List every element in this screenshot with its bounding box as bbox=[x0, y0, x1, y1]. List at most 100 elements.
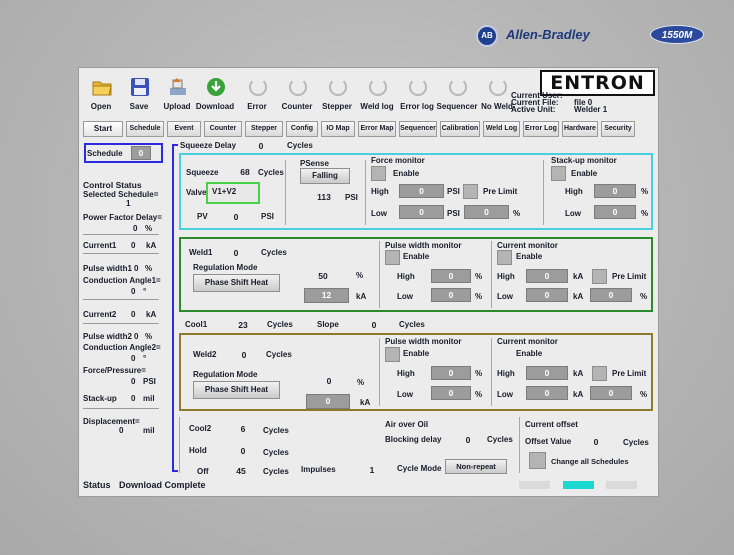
impulses-label: Impulses bbox=[301, 465, 336, 474]
offset-value[interactable]: 0 bbox=[589, 437, 603, 447]
tab-sequencer[interactable]: Sequencer bbox=[399, 121, 437, 137]
toolbar-button-sequencer[interactable]: Sequencer bbox=[437, 68, 477, 118]
weld2-current-high-input[interactable]: 0 bbox=[526, 366, 568, 380]
tab-schedule[interactable]: Schedule bbox=[126, 121, 164, 137]
weld1-pct-unit: % bbox=[356, 271, 364, 280]
weld1-current-high-input[interactable]: 0 bbox=[526, 269, 568, 283]
weld1-current-pre-limit-checkbox[interactable] bbox=[592, 269, 607, 284]
toolbar-button-counter[interactable]: Counter bbox=[277, 68, 317, 118]
weld1-pw-high-input[interactable]: 0 bbox=[431, 269, 471, 283]
weld1-pw-enable-checkbox[interactable] bbox=[385, 250, 400, 265]
stackup-monitor-title: Stack-up monitor bbox=[551, 156, 617, 165]
cycle-mode-select[interactable]: Non-repeat bbox=[445, 459, 507, 474]
off-label: Off bbox=[197, 467, 209, 476]
squeeze-delay-value[interactable]: 0 bbox=[254, 141, 268, 151]
weld2-phase-shift-heat-button[interactable]: Phase Shift Heat bbox=[193, 381, 280, 399]
toolbar-button-error[interactable]: Error bbox=[237, 68, 277, 118]
blocking-delay-value[interactable]: 0 bbox=[461, 435, 475, 445]
divider bbox=[83, 299, 159, 300]
force-high-input[interactable]: 0 bbox=[399, 184, 444, 198]
tab-event[interactable]: Event bbox=[167, 121, 201, 137]
loading-circle-icon bbox=[447, 76, 469, 98]
stackup-high-label: High bbox=[565, 187, 583, 196]
weld1-current-enable-checkbox[interactable] bbox=[497, 250, 512, 265]
tab-error-map[interactable]: Error Map bbox=[358, 121, 396, 137]
pv-value[interactable]: 0 bbox=[229, 212, 243, 222]
psense-falling-button[interactable]: Falling bbox=[300, 168, 350, 184]
weld2-pw-high-input[interactable]: 0 bbox=[431, 366, 471, 380]
weld2-unit: Cycles bbox=[266, 350, 292, 359]
off-value[interactable]: 45 bbox=[232, 466, 250, 476]
weld1-current-low-input[interactable]: 0 bbox=[526, 288, 568, 302]
pulse-width1-label: Pulse width1 bbox=[83, 264, 132, 273]
weld2-current-pre-limit-checkbox[interactable] bbox=[592, 366, 607, 381]
stackup-enable-checkbox[interactable] bbox=[551, 166, 566, 181]
tab-io-map[interactable]: IO Map bbox=[321, 121, 355, 137]
squeeze-value[interactable]: 68 bbox=[237, 167, 253, 177]
weld2-pct-unit: % bbox=[357, 378, 365, 387]
toolbar-button-stepper[interactable]: Stepper bbox=[317, 68, 357, 118]
weld2-value[interactable]: 0 bbox=[237, 350, 251, 360]
tab-stepper[interactable]: Stepper bbox=[245, 121, 283, 137]
toolbar-button-weld-log[interactable]: Weld log bbox=[357, 68, 397, 118]
download-icon bbox=[205, 76, 227, 98]
weld2-pw-high-label: High bbox=[397, 369, 415, 378]
sequence-bracket bbox=[172, 144, 178, 472]
divider bbox=[83, 234, 159, 235]
force-monitor-enable-checkbox[interactable] bbox=[371, 166, 386, 181]
stackup-high-input[interactable]: 0 bbox=[594, 184, 636, 198]
weld1-current-high-unit: kA bbox=[573, 272, 584, 281]
divider bbox=[83, 323, 159, 324]
pre-limit-label: Pre Limit bbox=[483, 187, 518, 196]
current2-label: Current2 bbox=[83, 310, 117, 319]
toolbar-button-download[interactable]: Download bbox=[195, 68, 235, 118]
weld2-ka-input[interactable]: 0 bbox=[306, 394, 350, 409]
tab-start[interactable]: Start bbox=[83, 121, 123, 137]
tab-config[interactable]: Config bbox=[286, 121, 318, 137]
tab-security[interactable]: Security bbox=[601, 121, 635, 137]
cool2-value[interactable]: 6 bbox=[236, 424, 250, 434]
hold-value[interactable]: 0 bbox=[236, 446, 250, 456]
weld2-pw-enable-checkbox[interactable] bbox=[385, 347, 400, 362]
cool1-value[interactable]: 23 bbox=[235, 320, 251, 330]
change-all-schedules-checkbox[interactable] bbox=[529, 452, 546, 469]
tab-hardware[interactable]: Hardware bbox=[562, 121, 598, 137]
blocking-delay-label: Blocking delay bbox=[385, 435, 442, 444]
weld2-pw-low-input[interactable]: 0 bbox=[431, 386, 471, 400]
weld1-ka-input[interactable]: 12 bbox=[304, 288, 349, 303]
weld1-unit: Cycles bbox=[261, 248, 287, 257]
valve-select[interactable]: V1+V2 bbox=[206, 182, 260, 204]
weld1-current-high-label: High bbox=[497, 272, 515, 281]
stackup-low-unit: % bbox=[641, 209, 649, 218]
impulses-value[interactable]: 1 bbox=[365, 465, 379, 475]
selected-schedule-value: 1 bbox=[126, 199, 131, 208]
tab-calibration[interactable]: Calibration bbox=[440, 121, 480, 137]
tab-weld-log[interactable]: Weld Log bbox=[483, 121, 520, 137]
weld2-current-low-input[interactable]: 0 bbox=[526, 386, 568, 400]
weld1-pw-low-input[interactable]: 0 bbox=[431, 288, 471, 302]
weld1-current-low-label: Low bbox=[497, 292, 513, 301]
pre-limit-checkbox[interactable] bbox=[463, 184, 478, 199]
weld2-ka-unit: kA bbox=[360, 398, 371, 407]
floppy-disk-icon bbox=[129, 76, 151, 98]
weld2-label: Weld2 bbox=[193, 350, 217, 359]
weld2-current-pct-input[interactable]: 0 bbox=[590, 386, 632, 400]
psense-label: PSense bbox=[300, 159, 329, 168]
psense-value[interactable]: 113 bbox=[314, 192, 334, 202]
weld2-pct-value[interactable]: 0 bbox=[322, 376, 336, 386]
tab-error-log[interactable]: Error Log bbox=[523, 121, 559, 137]
schedule-input[interactable]: 0 bbox=[131, 146, 151, 160]
weld1-pct-value[interactable]: 50 bbox=[314, 271, 332, 281]
force-low-input[interactable]: 0 bbox=[399, 205, 444, 219]
weld1-value[interactable]: 0 bbox=[229, 248, 243, 258]
weld2-pw-low-label: Low bbox=[397, 390, 413, 399]
slope-value[interactable]: 0 bbox=[367, 320, 381, 330]
tab-counter[interactable]: Counter bbox=[204, 121, 242, 137]
force-pct-input[interactable]: 0 bbox=[464, 205, 509, 219]
conduction-angle2-value: 0 bbox=[131, 354, 136, 363]
stackup-low-input[interactable]: 0 bbox=[594, 205, 636, 219]
toolbar-button-error-log[interactable]: Error log bbox=[397, 68, 437, 118]
weld1-current-pct-input[interactable]: 0 bbox=[590, 288, 632, 302]
squeeze-delay-unit: Cycles bbox=[287, 141, 313, 150]
weld1-phase-shift-heat-button[interactable]: Phase Shift Heat bbox=[193, 274, 280, 292]
